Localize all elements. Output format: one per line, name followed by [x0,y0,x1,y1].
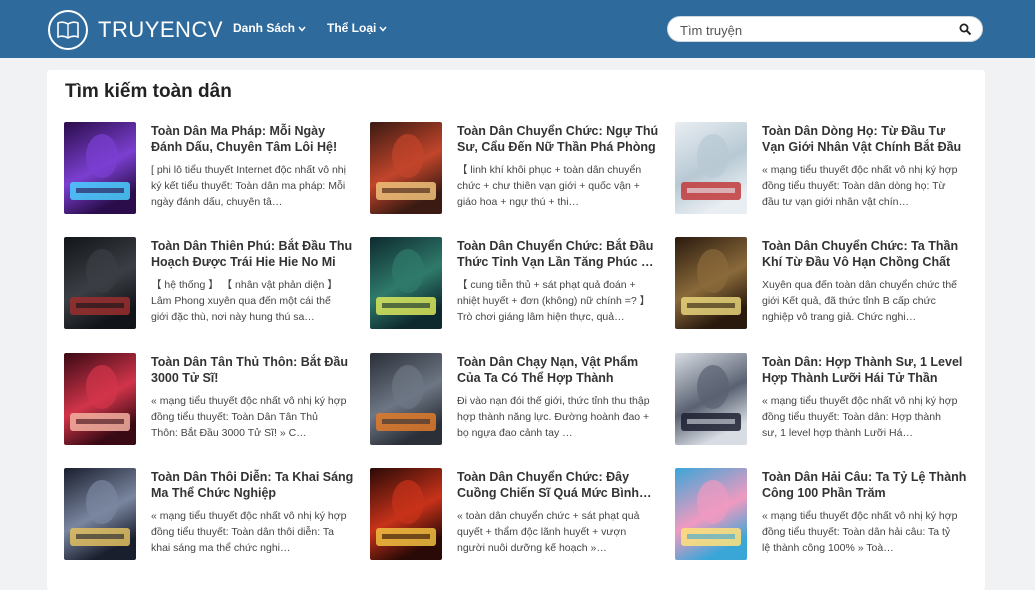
nav-danh-sach[interactable]: Danh Sách [233,21,306,35]
story-description: [ phi lô tiểu thuyết Internet độc nhất v… [151,164,346,208]
story-item[interactable]: Toàn Dân Chạy Nạn, Vật Phẩm Của Ta Có Th… [370,353,660,453]
site-logo[interactable]: TRUYENCV [48,9,223,50]
story-description: 【 linh khí khôi phục + toàn dân chuyển c… [457,164,642,208]
story-description: Đi vào nạn đói thế giới, thức tỉnh thu t… [457,395,650,439]
story-title[interactable]: Toàn Dân Thiên Phú: Bắt Đầu Thu Hoạch Đư… [151,238,357,270]
story-title[interactable]: Toàn Dân Chuyển Chức: Bắt Đầu Thức Tỉnh … [457,238,663,270]
story-item[interactable]: Toàn Dân Ma Pháp: Mỗi Ngày Đánh Dấu, Chu… [64,122,354,222]
story-description: « mạng tiểu thuyết độc nhất vô nhị ký hợ… [151,395,347,439]
story-cover[interactable] [675,122,747,214]
story-cover[interactable] [64,468,136,560]
story-item[interactable]: Toàn Dân Tân Thủ Thôn: Bắt Đầu 3000 Tử S… [64,353,354,453]
search-input[interactable] [678,20,952,40]
story-description: « mạng tiểu thuyết độc nhất vô nhị ký hợ… [762,510,958,554]
story-cover[interactable] [370,122,442,214]
section-title: Tìm kiếm toàn dân [65,81,232,102]
story-item[interactable]: Toàn Dân Hải Câu: Ta Tỷ Lệ Thành Công 10… [675,468,968,568]
story-cover[interactable] [370,237,442,329]
chevron-down-icon [379,21,387,35]
story-title[interactable]: Toàn Dân Chuyển Chức: Ngự Thú Sư, Cẩu Đế… [457,123,663,155]
story-title[interactable]: Toàn Dân Hải Câu: Ta Tỷ Lệ Thành Công 10… [762,469,968,501]
story-item[interactable]: Toàn Dân Chuyển Chức: Ta Thần Khí Từ Đầu… [675,237,965,337]
scrollbar[interactable] [1023,58,1035,565]
logo-text: TRUYENCV [98,16,224,42]
story-cover[interactable] [675,237,747,329]
story-title[interactable]: Toàn Dân: Hợp Thành Sư, 1 Level Hợp Thàn… [762,354,968,386]
story-item[interactable]: Toàn Dân Dòng Họ: Từ Đầu Tư Vạn Giới Nhâ… [675,122,965,222]
story-description: 【 hệ thống 】 【 nhân vật phản diện 】 Lâm … [151,279,338,323]
story-cover[interactable] [675,353,747,445]
story-item[interactable]: Toàn Dân Thôi Diễn: Ta Khai Sáng Ma Thể … [64,468,354,568]
story-cover[interactable] [64,122,136,214]
story-title[interactable]: Toàn Dân Dòng Họ: Từ Đầu Tư Vạn Giới Nhâ… [762,123,968,155]
story-cover[interactable] [370,468,442,560]
story-description: Xuyên qua đến toàn dân chuyển chức thế g… [762,279,958,323]
story-item[interactable]: Toàn Dân Chuyển Chức: Bắt Đầu Thức Tỉnh … [370,237,660,337]
story-cover[interactable] [370,353,442,445]
story-item[interactable]: Toàn Dân Chuyển Chức: Đây Cuồng Chiến Sĩ… [370,468,660,568]
story-item[interactable]: Toàn Dân: Hợp Thành Sư, 1 Level Hợp Thàn… [675,353,965,453]
book-icon [48,9,88,50]
top-header: TRUYENCV Danh Sách Thể Loại [0,0,1035,58]
story-title[interactable]: Toàn Dân Ma Pháp: Mỗi Ngày Đánh Dấu, Chu… [151,123,357,155]
nav-the-loai[interactable]: Thể Loại [327,21,387,35]
story-title[interactable]: Toàn Dân Chuyển Chức: Đây Cuồng Chiến Sĩ… [457,469,663,501]
story-title[interactable]: Toàn Dân Tân Thủ Thôn: Bắt Đầu 3000 Tử S… [151,354,357,386]
story-cover[interactable] [675,468,747,560]
story-cover[interactable] [64,353,136,445]
story-description: « toàn dân chuyển chức + sát phạt quả qu… [457,510,640,554]
story-description: 【 cung tiễn thủ + sát phạt quả đoán + nh… [457,279,651,323]
story-title[interactable]: Toàn Dân Thôi Diễn: Ta Khai Sáng Ma Thể … [151,469,357,501]
chevron-down-icon [298,21,306,35]
story-cover[interactable] [64,237,136,329]
story-description: « mạng tiểu thuyết độc nhất vô nhị ký hợ… [762,395,958,439]
story-title[interactable]: Toàn Dân Chuyển Chức: Ta Thần Khí Từ Đầu… [762,238,968,270]
search-icon[interactable] [959,23,972,36]
story-item[interactable]: Toàn Dân Chuyển Chức: Ngự Thú Sư, Cẩu Đế… [370,122,660,222]
story-description: « mạng tiểu thuyết độc nhất vô nhị ký hợ… [151,510,347,554]
story-item[interactable]: Toàn Dân Thiên Phú: Bắt Đầu Thu Hoạch Đư… [64,237,354,337]
search-box [667,16,983,42]
nav-label: Danh Sách [233,21,296,35]
search-results-panel: Tìm kiếm toàn dân Toàn Dân Ma Pháp: Mỗi … [47,70,985,590]
nav-label: Thể Loại [327,21,377,35]
story-description: « mạng tiểu thuyết độc nhất vô nhị ký hợ… [762,164,958,208]
story-title[interactable]: Toàn Dân Chạy Nạn, Vật Phẩm Của Ta Có Th… [457,354,663,386]
